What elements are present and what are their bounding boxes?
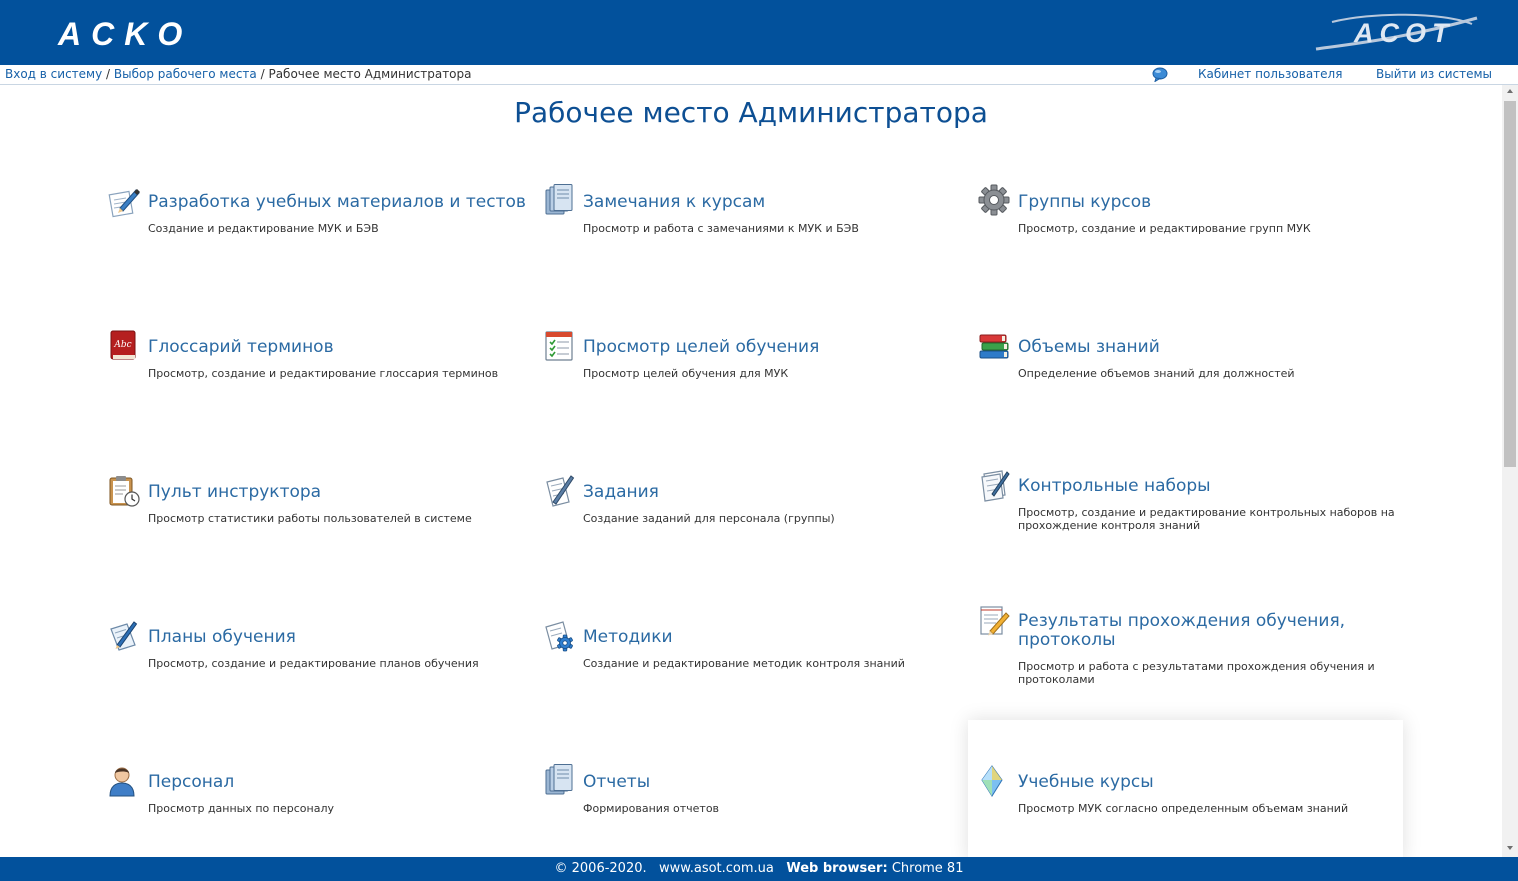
tile-description: Просмотр данных по персоналу	[148, 802, 334, 815]
tile-description: Просмотр, создание и редактирование конт…	[1018, 506, 1395, 532]
tile-description: Создание заданий для персонала (группы)	[583, 512, 835, 525]
tile-title[interactable]: Замечания к курсам	[583, 193, 978, 212]
document-gear-icon	[543, 619, 575, 653]
footer-browser-value: Chrome 81	[891, 861, 964, 876]
clipboard-clock-icon	[108, 474, 140, 508]
tile-title[interactable]: Методики	[583, 628, 978, 647]
tile-description: Просмотр, создание и редактирование глос…	[148, 367, 499, 380]
footer-bar: © 2006-2020. www.asot.com.ua Web browser…	[0, 857, 1518, 881]
scrollbar-thumb[interactable]	[1504, 101, 1516, 467]
notepad-pen-icon	[543, 474, 575, 508]
scroll-up-arrow-icon[interactable]	[1507, 89, 1513, 93]
tile-title[interactable]: Группы курсов	[1018, 193, 1413, 212]
tile-title[interactable]: Результаты прохождения обучения, протоко…	[1018, 612, 1413, 650]
abc-book-icon: Abc	[108, 329, 140, 363]
tile-description: Просмотр МУК согласно определенным объем…	[1018, 802, 1349, 815]
tile-title[interactable]: Разработка учебных материалов и тестов	[148, 193, 543, 212]
colored-books-icon	[978, 329, 1010, 363]
tile-description: Просмотр, создание и редактирование план…	[148, 657, 479, 670]
tile-description: Просмотр, создание и редактирование груп…	[1018, 222, 1311, 235]
scroll-down-arrow-icon[interactable]	[1507, 846, 1513, 850]
tile-title[interactable]: Пульт инструктора	[148, 483, 543, 502]
tile-title[interactable]: Учебные курсы	[1018, 773, 1413, 792]
workplace-tile-grid: Разработка учебных материалов и тестов С…	[0, 0, 1502, 881]
footer-site: www.asot.com.ua	[659, 861, 774, 876]
notepad-pencil-icon	[978, 603, 1010, 637]
tile-description: Определение объемов знаний для должносте…	[1018, 367, 1295, 380]
footer-browser-label: Web browser:	[786, 861, 888, 876]
tile-title[interactable]: Контрольные наборы	[1018, 477, 1413, 496]
tile-description: Создание и редактирование МУК и БЭВ	[148, 222, 379, 235]
tile-description: Просмотр целей обучения для МУК	[583, 367, 789, 380]
books-stack-icon	[543, 764, 575, 798]
tile-title[interactable]: Отчеты	[583, 773, 978, 792]
tile-description: Просмотр статистики работы пользователей…	[148, 512, 472, 525]
gear-icon	[978, 184, 1010, 218]
svg-text:Abc: Abc	[113, 340, 131, 350]
books-stack-icon	[543, 184, 575, 218]
plan-pen-icon	[108, 619, 140, 653]
person-icon	[108, 764, 140, 798]
checklist-calendar-icon	[543, 329, 575, 363]
tile-description: Создание и редактирование методик контро…	[583, 657, 905, 670]
tile-description: Просмотр и работа с результатами прохожд…	[1018, 660, 1375, 686]
vertical-scrollbar[interactable]	[1502, 85, 1518, 857]
tile-description: Формирования отчетов	[583, 802, 720, 815]
tile-description: Просмотр и работа с замечаниями к МУК и …	[583, 222, 859, 235]
tile-title[interactable]: Объемы знаний	[1018, 338, 1413, 357]
tile-title[interactable]: Персонал	[148, 773, 543, 792]
tile-title[interactable]: Задания	[583, 483, 978, 502]
tile-title[interactable]: Глоссарий терминов	[148, 338, 543, 357]
crystal-icon	[978, 764, 1010, 798]
tile-title[interactable]: Планы обучения	[148, 628, 543, 647]
document-pen-icon	[978, 468, 1010, 502]
tile-title[interactable]: Просмотр целей обучения	[583, 338, 978, 357]
pencil-paper-icon	[108, 184, 140, 218]
footer-copyright: © 2006-2020.	[554, 861, 647, 876]
